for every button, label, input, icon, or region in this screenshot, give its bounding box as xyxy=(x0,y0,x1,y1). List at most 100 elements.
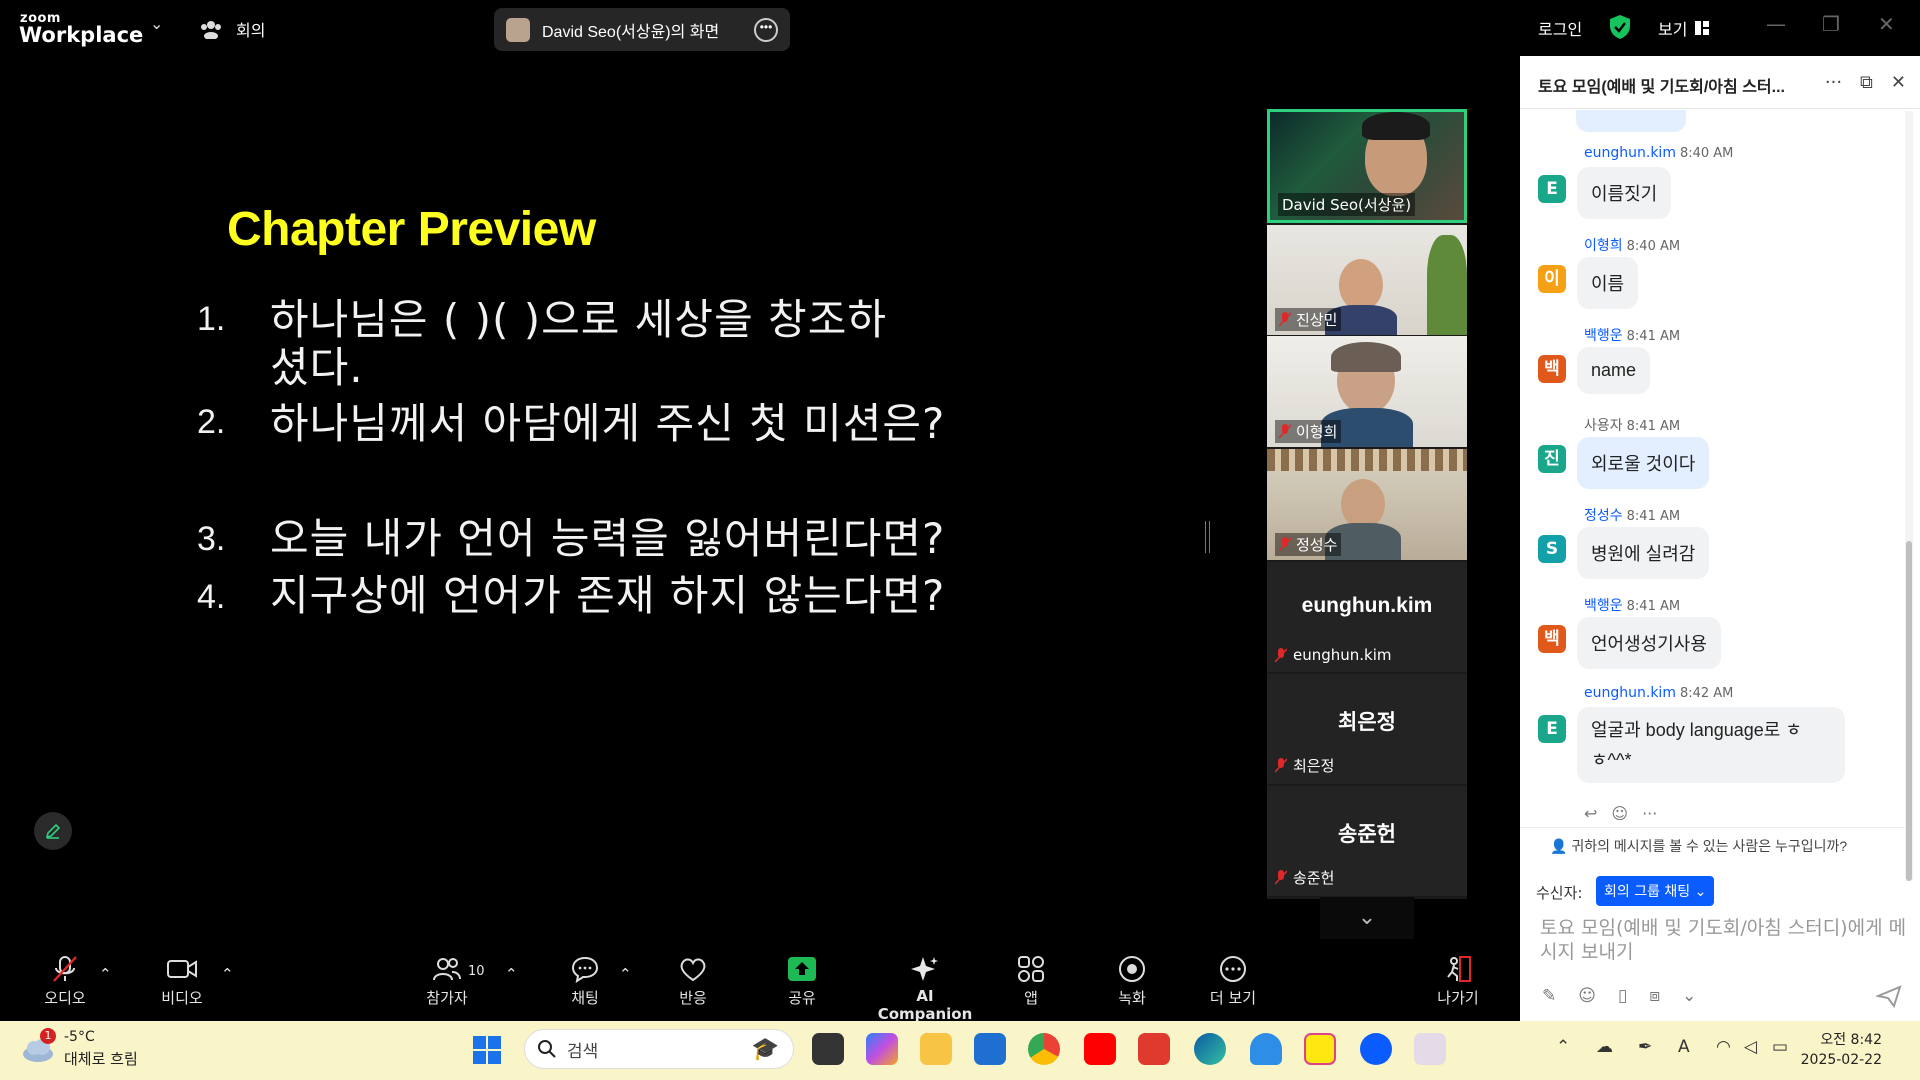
mic-muted-icon xyxy=(1275,647,1287,663)
visibility-info-link[interactable]: 👤 귀하의 메시지를 볼 수 있는 사람은 누구입니까? xyxy=(1550,836,1847,856)
close-icon[interactable]: ✕ xyxy=(1891,72,1906,93)
name-tile[interactable]: 최은정 최은정 xyxy=(1267,674,1467,784)
send-icon[interactable] xyxy=(1876,984,1902,1008)
name-tile[interactable]: eunghun.kim eunghun.kim xyxy=(1267,562,1467,672)
scrollbar-thumb[interactable] xyxy=(1906,541,1912,881)
pen-icon[interactable]: ✒ xyxy=(1638,1037,1652,1057)
snipping-tool-icon[interactable] xyxy=(1414,1033,1446,1065)
apps-label: 앱 xyxy=(1024,989,1038,1007)
chat-button[interactable]: 채팅 xyxy=(568,955,602,1008)
react-label: 반응 xyxy=(679,989,707,1007)
participants-options-caret[interactable]: ⌃ xyxy=(505,965,518,983)
question-line: 지구상에 언어가 존재 하지 않는다면? xyxy=(270,571,946,620)
login-button[interactable]: 로그인 xyxy=(1538,16,1582,40)
message-meta: 백행운 8:41 AM xyxy=(1584,325,1680,345)
message-input[interactable]: 토요 모임(예배 및 기도회/아침 스터디)에게 메시지 보내기 xyxy=(1540,916,1910,964)
message-meta: 정성수 8:41 AM xyxy=(1584,505,1680,525)
close-window-button[interactable]: ✕ xyxy=(1878,12,1895,36)
chevron-down-icon[interactable]: ⌄ xyxy=(150,14,163,33)
view-button[interactable]: 보기 xyxy=(1658,16,1710,40)
screenshot-icon[interactable]: ⧈ xyxy=(1649,986,1660,1006)
people-icon xyxy=(433,958,461,981)
edge-icon[interactable] xyxy=(1194,1033,1226,1065)
video-tile-active-speaker[interactable]: David Seo(서상윤) xyxy=(1267,109,1467,223)
participants-button[interactable]: 참가자 xyxy=(424,955,470,1008)
windows-start-icon[interactable] xyxy=(472,1035,502,1065)
ai-companion-button[interactable]: AI Companion xyxy=(870,955,980,1023)
tile-display-name: eunghun.kim xyxy=(1301,594,1433,617)
chat-panel: 토요 모임(예배 및 기도회/아침 스터... ··· ⧉ ✕ E eunghu… xyxy=(1520,56,1920,1021)
video-button[interactable]: 비디오 xyxy=(160,955,204,1008)
resize-handle[interactable] xyxy=(1205,521,1210,553)
leave-icon xyxy=(1447,956,1471,982)
video-tile[interactable]: 이형희 xyxy=(1267,336,1467,447)
leave-button[interactable]: 나가기 xyxy=(1434,955,1482,1008)
copilot-icon[interactable] xyxy=(866,1033,898,1065)
tile-name: 이형희 xyxy=(1275,420,1342,443)
pdf-icon[interactable] xyxy=(1138,1033,1170,1065)
sender-name: eunghun.kim xyxy=(1584,685,1676,701)
apps-icon xyxy=(1018,956,1044,982)
file-explorer-icon[interactable] xyxy=(920,1033,952,1065)
reply-icon[interactable]: ↩ xyxy=(1584,804,1597,823)
volume-icon[interactable]: ◁ xyxy=(1744,1037,1757,1057)
battery-icon[interactable]: ▭ xyxy=(1772,1037,1788,1057)
share-indicator[interactable]: David Seo(서상윤)의 화면 ••• xyxy=(494,8,790,51)
emoji-icon[interactable]: ☺ xyxy=(1578,986,1596,1006)
cloud-sync-icon[interactable]: ☁ xyxy=(1596,1037,1613,1057)
wifi-icon[interactable]: ◠ xyxy=(1716,1037,1731,1057)
record-button[interactable]: 녹화 xyxy=(1114,955,1150,1008)
task-view-icon[interactable] xyxy=(812,1033,844,1065)
chat-label: 채팅 xyxy=(571,989,599,1007)
minimize-button[interactable]: — xyxy=(1766,12,1786,36)
chat-options-caret[interactable]: ⌃ xyxy=(619,965,632,983)
maximize-button[interactable]: ❐ xyxy=(1822,12,1840,36)
popout-icon[interactable]: ⧉ xyxy=(1860,72,1873,93)
shared-screen[interactable] xyxy=(9,168,1199,838)
message-meta: eunghun.kim 8:40 AM xyxy=(1584,145,1733,161)
tile-display-name: 송준헌 xyxy=(1338,823,1396,846)
format-icon[interactable]: ✎ xyxy=(1542,986,1556,1006)
ime-icon[interactable]: A xyxy=(1678,1037,1690,1057)
more-icon[interactable]: ••• xyxy=(754,17,778,42)
more-button[interactable]: 더 보기 xyxy=(1208,955,1258,1008)
audio-options-caret[interactable]: ⌃ xyxy=(99,965,112,983)
video-label: 비디오 xyxy=(161,989,203,1007)
emoji-react-icon[interactable]: ☺ xyxy=(1611,804,1628,823)
store-icon[interactable] xyxy=(974,1033,1006,1065)
avatar: S xyxy=(1538,535,1566,563)
react-button[interactable]: 반응 xyxy=(673,955,713,1008)
chrome-icon[interactable] xyxy=(1028,1033,1060,1065)
file-icon[interactable]: ▯ xyxy=(1618,986,1627,1006)
zoom-icon[interactable] xyxy=(1360,1033,1392,1065)
more-icon[interactable]: ··· xyxy=(1642,804,1657,823)
onedrive-icon[interactable] xyxy=(1250,1033,1282,1065)
shield-check-icon[interactable] xyxy=(1608,14,1632,40)
chevron-down-icon[interactable]: ⌄ xyxy=(1682,986,1696,1006)
kakaotalk-icon[interactable] xyxy=(1304,1033,1336,1065)
audio-button[interactable]: 오디오 xyxy=(40,955,90,1008)
message-time: 8:41 AM xyxy=(1626,599,1681,614)
sender-name: 이형희 xyxy=(1584,238,1623,254)
mic-muted-icon xyxy=(1279,424,1291,439)
more-icon[interactable]: ··· xyxy=(1825,72,1842,93)
question-number: 4. xyxy=(197,578,226,616)
youtube-icon[interactable] xyxy=(1084,1033,1116,1065)
share-button[interactable]: 공유 xyxy=(784,955,820,1008)
record-icon xyxy=(1119,956,1145,982)
taskbar-search[interactable]: 검색 🎓 xyxy=(524,1029,794,1069)
apps-button[interactable]: 앱 xyxy=(1016,955,1046,1008)
name-tile[interactable]: 송준헌 송준헌 xyxy=(1267,786,1467,896)
speaker-hair xyxy=(1362,112,1430,140)
video-tile[interactable]: 정성수 xyxy=(1267,449,1467,560)
annotate-button[interactable] xyxy=(34,812,72,850)
chevron-up-icon[interactable]: ⌃ xyxy=(1556,1037,1570,1057)
video-tile[interactable]: 진상민 xyxy=(1267,225,1467,335)
participant-face xyxy=(1341,479,1385,529)
meeting-menu[interactable]: 회의 xyxy=(200,17,265,41)
clock[interactable]: 오전 8:42 2025-02-22 xyxy=(1801,1030,1882,1070)
recipient-select[interactable]: 회의 그룹 채팅 ⌄ xyxy=(1596,876,1715,906)
gallery-next-button[interactable]: ⌄ xyxy=(1320,897,1414,939)
message-meta: 이형희 8:40 AM xyxy=(1584,235,1680,255)
video-options-caret[interactable]: ⌃ xyxy=(221,965,234,983)
